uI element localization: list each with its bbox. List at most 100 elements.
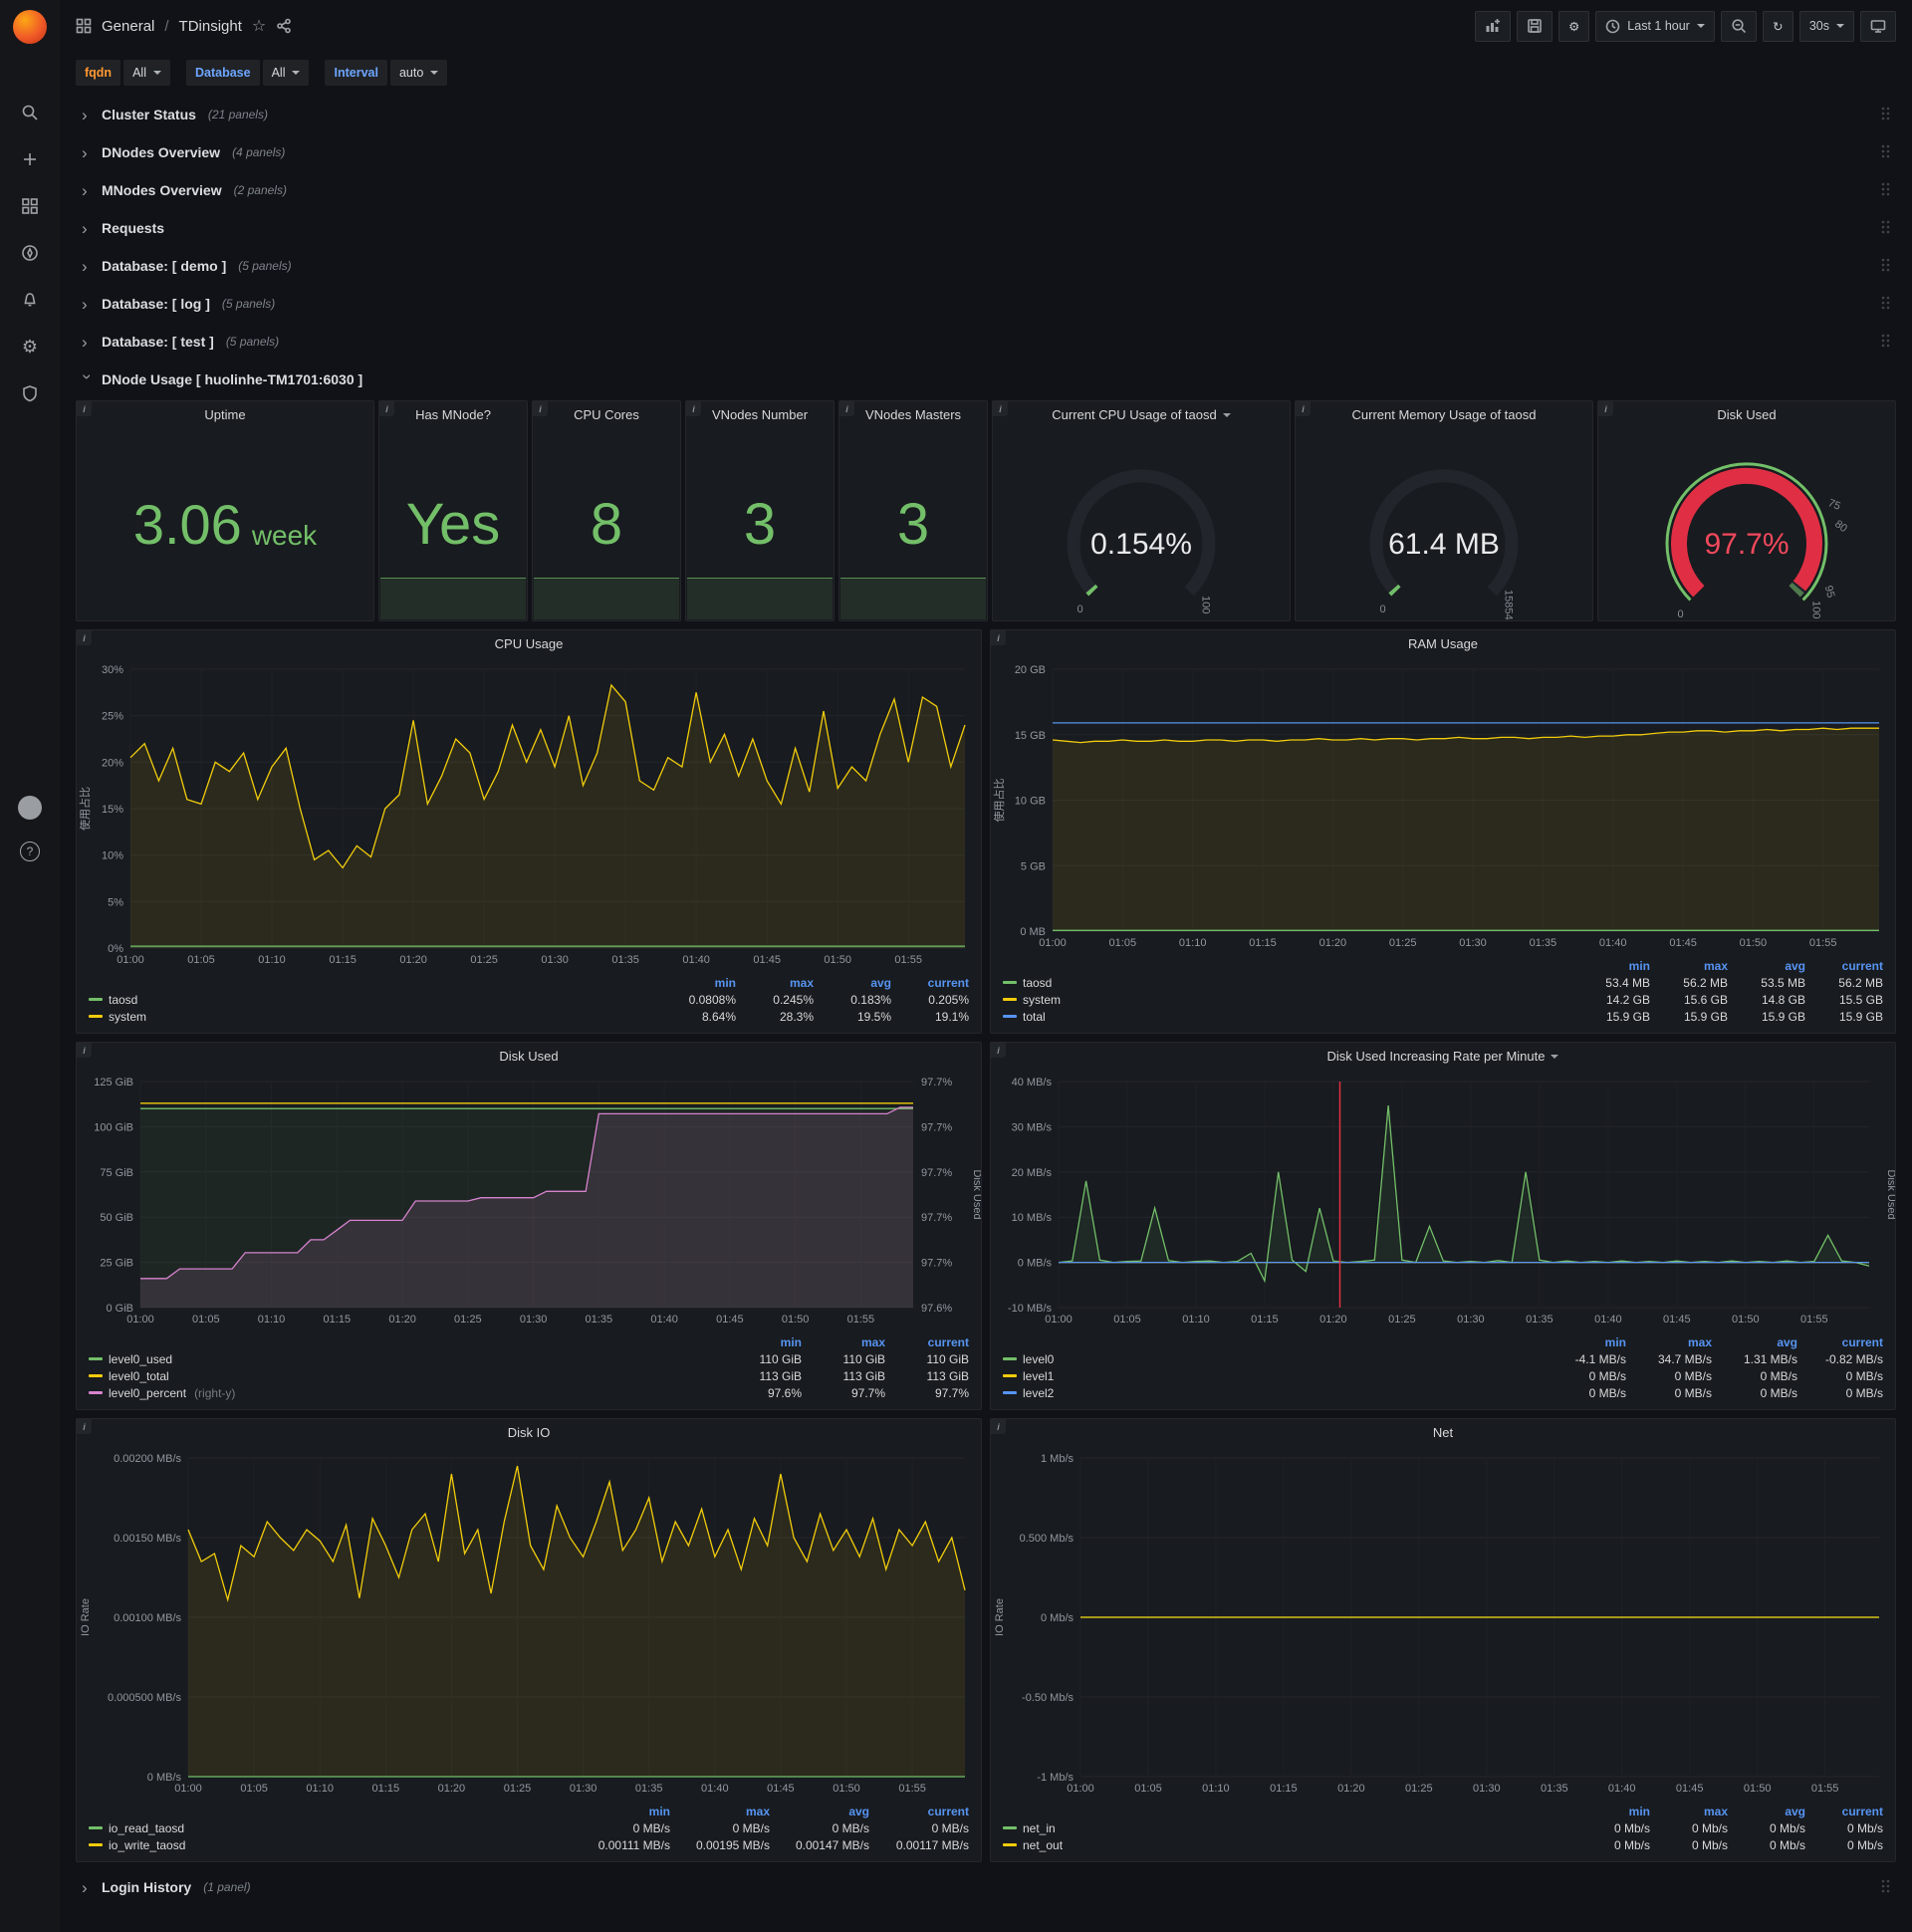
legend-series-toggle[interactable]: net_in: [1003, 1821, 1572, 1835]
configuration-gear-icon[interactable]: ⚙: [17, 336, 43, 358]
legend-sort-avg[interactable]: avg: [1728, 959, 1805, 973]
legend-sort-min[interactable]: min: [1572, 959, 1650, 973]
row-login-history[interactable]: › Login History (1 panel): [76, 1870, 1896, 1904]
legend-series-toggle[interactable]: level0_used: [89, 1352, 718, 1366]
drag-handle-icon[interactable]: [1880, 181, 1890, 200]
legend-sort-max[interactable]: max: [802, 1335, 885, 1349]
legend-sort-avg[interactable]: avg: [1712, 1335, 1797, 1349]
info-icon[interactable]: i: [991, 630, 1006, 645]
legend-series-toggle[interactable]: io_read_taosd: [89, 1821, 571, 1835]
info-icon[interactable]: i: [839, 401, 854, 416]
avatar[interactable]: [17, 796, 43, 820]
create-plus-icon[interactable]: [17, 148, 43, 170]
row-requests[interactable]: › Requests: [76, 211, 1896, 245]
dashboards-icon[interactable]: [17, 195, 43, 217]
chart-plot[interactable]: 0% 5% 10% 15% 20% 25% 30% 01:00 01:05 01:10 01:15 0…: [77, 657, 981, 970]
share-icon[interactable]: [276, 18, 292, 34]
variable-value-dropdown[interactable]: All: [123, 60, 170, 86]
memory-usage-gauge[interactable]: 0 15854 61.4 MB: [1296, 428, 1592, 620]
row-database-demo[interactable]: › Database: [ demo ] (5 panels): [76, 249, 1896, 283]
info-icon[interactable]: i: [533, 401, 548, 416]
refresh-button[interactable]: ↻: [1762, 10, 1793, 42]
info-icon[interactable]: i: [991, 1419, 1006, 1434]
cpu-usage-gauge[interactable]: 0 100 0.154%: [993, 428, 1290, 620]
legend-sort-min[interactable]: min: [1541, 1335, 1626, 1349]
row-mnodes-overview[interactable]: › MNodes Overview (2 panels): [76, 173, 1896, 207]
legend-series-toggle[interactable]: system: [1003, 993, 1572, 1007]
legend-sort-current[interactable]: current: [1797, 1335, 1883, 1349]
dashboard-settings-button[interactable]: ⚙: [1558, 10, 1590, 42]
info-icon[interactable]: i: [991, 1043, 1006, 1058]
panel-title[interactable]: Has MNode?: [379, 401, 527, 428]
info-icon[interactable]: i: [686, 401, 701, 416]
row-database-test[interactable]: › Database: [ test ] (5 panels): [76, 325, 1896, 359]
chart-plot[interactable]: 0 MB 5 GB 10 GB 15 GB 20 GB 01:00 01:05 01:10 01…: [991, 657, 1895, 953]
legend-series-toggle[interactable]: level2: [1003, 1386, 1541, 1400]
drag-handle-icon[interactable]: [1880, 295, 1890, 314]
legend-sort-current[interactable]: current: [885, 1335, 969, 1349]
legend-series-toggle[interactable]: taosd: [89, 993, 658, 1007]
legend-series-toggle[interactable]: total: [1003, 1010, 1572, 1024]
save-dashboard-button[interactable]: [1517, 10, 1554, 42]
chart-plot[interactable]: 0 MB/s 0.000500 MB/s 0.00100 MB/s 0.00150 M…: [77, 1446, 981, 1799]
row-cluster-status[interactable]: › Cluster Status (21 panels): [76, 98, 1896, 131]
legend-sort-avg[interactable]: avg: [770, 1805, 869, 1818]
legend-sort-min[interactable]: min: [1572, 1805, 1650, 1818]
legend-sort-current[interactable]: current: [869, 1805, 969, 1818]
zoom-out-button[interactable]: [1720, 10, 1757, 42]
drag-handle-icon[interactable]: [1880, 219, 1890, 238]
help-icon[interactable]: ?: [17, 841, 43, 862]
drag-handle-icon[interactable]: [1880, 143, 1890, 162]
time-range-picker[interactable]: Last 1 hour: [1595, 10, 1715, 42]
row-dnode-usage[interactable]: › DNode Usage [ huolinhe-TM1701:6030 ]: [76, 362, 1896, 396]
server-admin-shield-icon[interactable]: [17, 382, 43, 404]
info-icon[interactable]: i: [77, 1419, 92, 1434]
legend-series-toggle[interactable]: level0_percent (right-y): [89, 1386, 718, 1400]
legend-series-toggle[interactable]: system: [89, 1010, 658, 1024]
legend-sort-max[interactable]: max: [736, 976, 814, 990]
grafana-logo[interactable]: [13, 10, 47, 44]
legend-sort-max[interactable]: max: [1650, 1805, 1728, 1818]
legend-series-toggle[interactable]: level1: [1003, 1369, 1541, 1383]
row-dnodes-overview[interactable]: › DNodes Overview (4 panels): [76, 135, 1896, 169]
info-icon[interactable]: i: [993, 401, 1008, 416]
variable-value-dropdown[interactable]: auto: [389, 60, 448, 86]
drag-handle-icon[interactable]: [1880, 257, 1890, 276]
explore-compass-icon[interactable]: [17, 242, 43, 264]
panel-title[interactable]: Uptime: [77, 401, 373, 428]
info-icon[interactable]: i: [1296, 401, 1311, 416]
drag-handle-icon[interactable]: [1880, 333, 1890, 352]
legend-sort-max[interactable]: max: [1626, 1335, 1712, 1349]
star-icon[interactable]: ☆: [252, 16, 266, 36]
info-icon[interactable]: i: [77, 630, 92, 645]
legend-series-toggle[interactable]: io_write_taosd: [89, 1838, 571, 1852]
row-database-log[interactable]: › Database: [ log ] (5 panels): [76, 287, 1896, 321]
chart-plot[interactable]: -1 Mb/s -0.50 Mb/s 0 Mb/s 0.500 Mb/s 1 Mb/s 0…: [991, 1446, 1895, 1799]
alerting-bell-icon[interactable]: [17, 289, 43, 311]
info-icon[interactable]: i: [1598, 401, 1613, 416]
panel-title[interactable]: VNodes Number: [686, 401, 834, 428]
legend-series-toggle[interactable]: net_out: [1003, 1838, 1572, 1852]
legend-sort-current[interactable]: current: [1805, 1805, 1883, 1818]
legend-series-toggle[interactable]: taosd: [1003, 976, 1572, 990]
breadcrumb-section[interactable]: General: [102, 18, 154, 35]
legend-sort-max[interactable]: max: [1650, 959, 1728, 973]
breadcrumb-title[interactable]: TDinsight: [179, 18, 242, 35]
legend-sort-min[interactable]: min: [718, 1335, 802, 1349]
chart-plot[interactable]: 0 GiB 25 GiB 50 GiB 75 GiB 100 GiB 125 GiB 01:…: [77, 1070, 981, 1329]
legend-series-toggle[interactable]: level0_total: [89, 1369, 718, 1383]
chart-plot[interactable]: -10 MB/s 0 MB/s 10 MB/s 20 MB/s 30 MB/s 40 MB…: [991, 1070, 1895, 1329]
legend-sort-current[interactable]: current: [891, 976, 969, 990]
drag-handle-icon[interactable]: [1880, 106, 1890, 124]
panel-title[interactable]: VNodes Masters: [839, 401, 987, 428]
legend-sort-avg[interactable]: avg: [814, 976, 891, 990]
legend-sort-min[interactable]: min: [571, 1805, 670, 1818]
info-icon[interactable]: i: [77, 1043, 92, 1058]
info-icon[interactable]: i: [379, 401, 394, 416]
refresh-interval-picker[interactable]: 30s: [1798, 10, 1854, 42]
drag-handle-icon[interactable]: [1880, 1878, 1890, 1897]
legend-sort-avg[interactable]: avg: [1728, 1805, 1805, 1818]
legend-sort-max[interactable]: max: [670, 1805, 770, 1818]
tv-mode-button[interactable]: [1860, 10, 1896, 42]
panel-title[interactable]: CPU Cores: [533, 401, 680, 428]
